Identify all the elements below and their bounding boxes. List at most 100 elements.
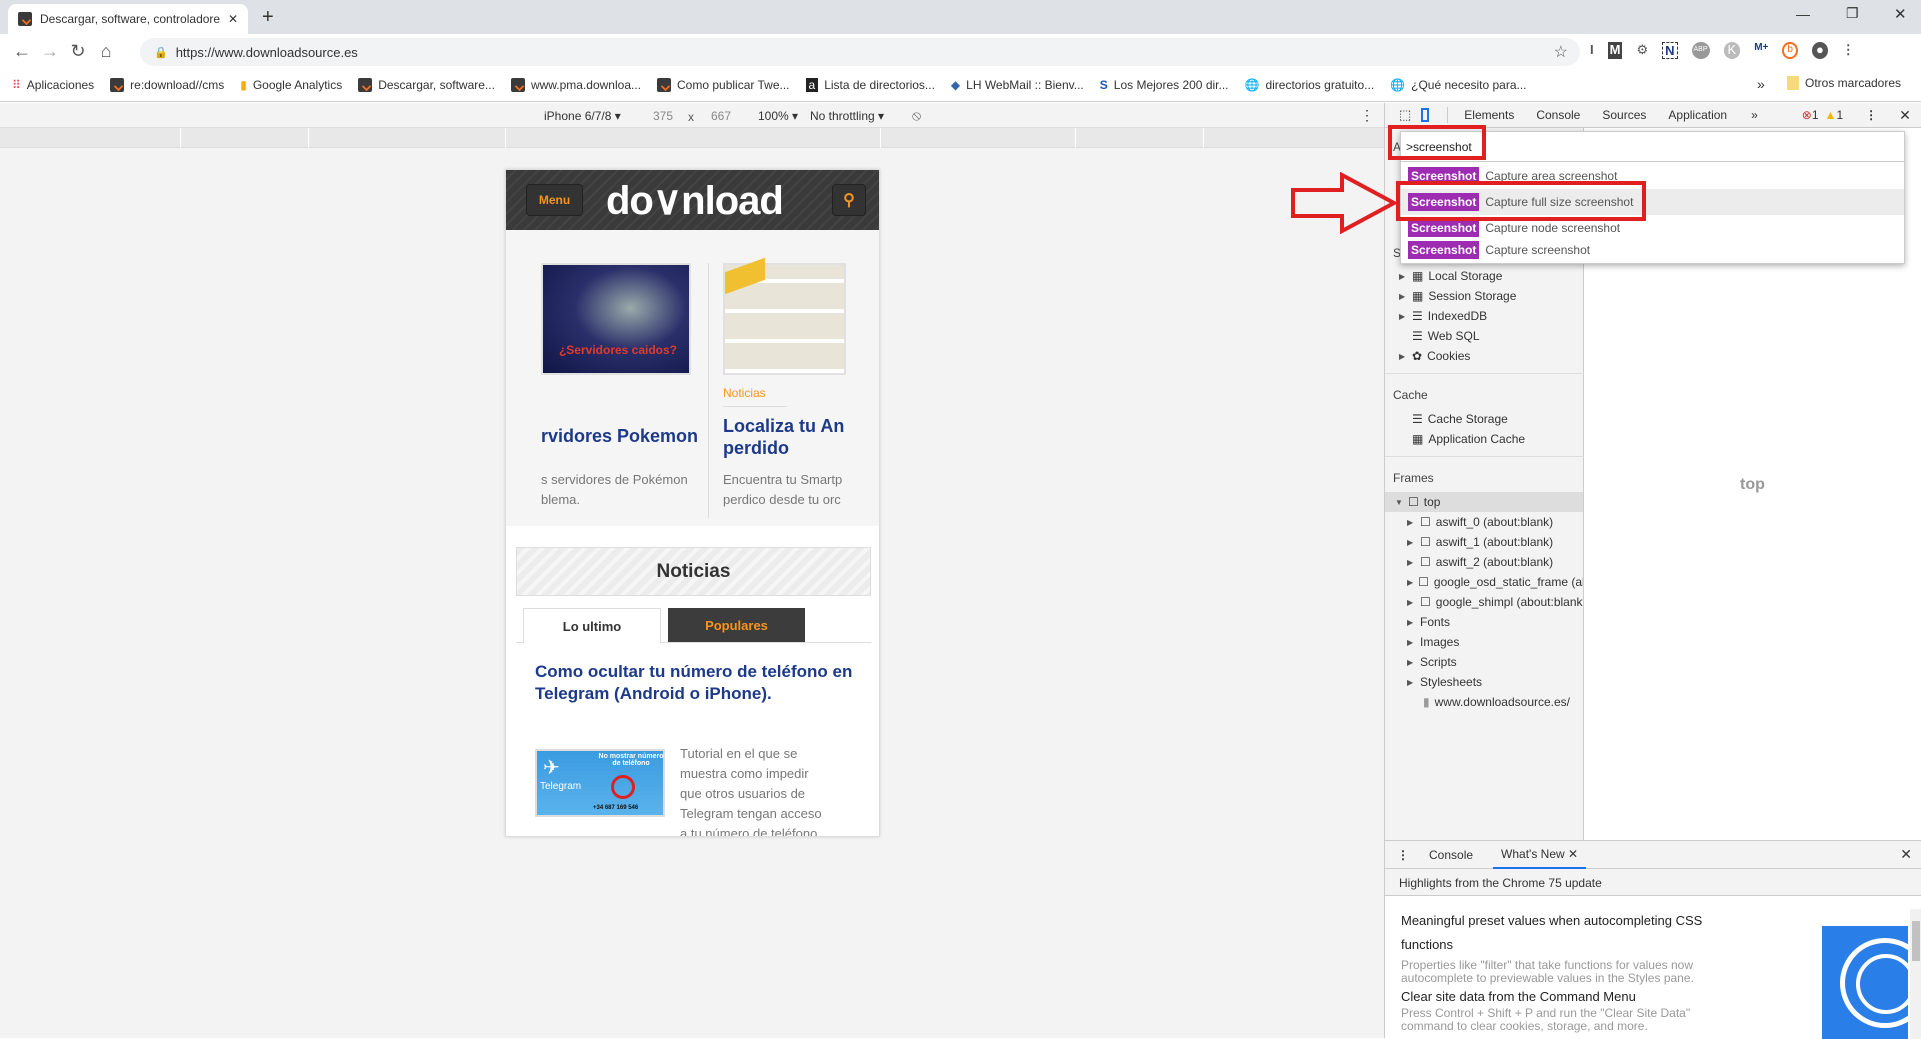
close-tab-icon[interactable]: ✕ <box>228 12 238 26</box>
tab-sources[interactable]: Sources <box>1602 108 1646 122</box>
devtools-menu-icon[interactable]: ⋮ <box>1865 108 1877 122</box>
close-devtools-icon[interactable]: ✕ <box>1899 107 1911 124</box>
menu-button[interactable]: Menu <box>526 184 583 216</box>
sidebar-item-cookies[interactable]: ▶ ✿ Cookies <box>1399 349 1470 363</box>
extension-n-icon[interactable]: N <box>1662 42 1678 59</box>
inspect-element-icon[interactable]: ⬚ <box>1399 107 1411 123</box>
bookmark-item[interactable]: a Lista de directorios... <box>805 77 935 92</box>
new-tab-icon[interactable]: + <box>262 6 274 29</box>
article-headline[interactable]: Como ocultar tu número de teléfono en Te… <box>535 661 855 705</box>
resource-folder-images[interactable]: ▶ Images <box>1407 635 1459 649</box>
tab-latest[interactable]: Lo ultimo <box>523 608 661 643</box>
bookmark-star-icon[interactable]: ☆ <box>1554 42 1568 62</box>
card-title[interactable]: rvidores Pokemon <box>541 425 701 447</box>
bookmark-item[interactable]: Como publicar Twe... <box>657 77 790 92</box>
bookmark-item[interactable]: re:download//cms <box>110 77 224 92</box>
extension-i-icon[interactable]: I <box>1590 42 1594 59</box>
adblock-icon[interactable]: ABP <box>1691 42 1710 59</box>
device-select[interactable]: iPhone 6/7/8 ▾ <box>544 109 621 123</box>
sidebar-item-web-sql[interactable]: ☰ Web SQL <box>1399 329 1480 343</box>
globe-icon: 🌐 <box>1244 77 1260 92</box>
whats-new-item-title[interactable]: Meaningful preset values when autocomple… <box>1401 909 1721 957</box>
sidebar-item-local-storage[interactable]: ▶ ▦ Local Storage <box>1399 269 1502 283</box>
frame-item[interactable]: ▶ ☐ aswift_0 (about:blank) <box>1407 515 1553 529</box>
forward-icon[interactable]: → <box>36 41 64 62</box>
drawer-menu-icon[interactable]: ⋮ <box>1397 848 1409 862</box>
warning-icon[interactable]: ▲ <box>1825 108 1837 122</box>
height-input[interactable]: 667 <box>711 109 731 123</box>
sidebar-item-cache-storage[interactable]: ☰ Cache Storage <box>1399 412 1508 426</box>
profile-avatar-icon[interactable]: ● <box>1811 42 1828 59</box>
browser-tab[interactable]: Descargar, software, controladore ✕ <box>8 4 248 34</box>
throttling-select[interactable]: No throttling ▾ <box>810 109 884 123</box>
bookmark-item[interactable]: www.pma.downloa... <box>510 77 641 92</box>
minimize-icon[interactable]: — <box>1796 6 1810 22</box>
thumb-brand: Telegram <box>540 781 582 792</box>
close-drawer-icon[interactable]: ✕ <box>1900 846 1912 863</box>
close-tab-icon[interactable]: ✕ <box>1568 847 1578 861</box>
lock-icon: 🔒 <box>154 46 168 59</box>
sidebar-item-application-cache[interactable]: ▦ Application Cache <box>1399 432 1525 446</box>
sidebar-item-indexeddb[interactable]: ▶ ☰ IndexedDB <box>1399 309 1487 323</box>
tab-application[interactable]: Application <box>1668 108 1727 122</box>
more-tabs-button[interactable]: » <box>1751 108 1758 122</box>
tab-elements[interactable]: Elements <box>1464 108 1514 122</box>
error-icon[interactable]: ⊗ <box>1802 108 1812 122</box>
frame-item[interactable]: ▶ ☐ google_shimpl (about:blank <box>1407 595 1583 609</box>
sidebar-item-top-frame[interactable]: ▼ ☐ top <box>1395 495 1440 509</box>
extension-b-icon[interactable]: b <box>1782 42 1798 59</box>
tab-console[interactable]: Console <box>1536 108 1580 122</box>
bookmark-item[interactable]: Descargar, software... <box>358 77 495 92</box>
bookmark-item[interactable]: S Los Mejores 200 dir... <box>1100 78 1229 92</box>
article-thumbnail[interactable]: ✈ Telegram No mostrar número de teléfono… <box>535 749 665 817</box>
error-count[interactable]: 1 <box>1812 108 1819 122</box>
device-toolbar-menu-icon[interactable]: ⋮ <box>1360 107 1374 124</box>
card-category[interactable]: Noticias <box>723 386 766 400</box>
home-icon[interactable]: ⌂ <box>92 41 120 62</box>
bookmark-item[interactable]: ◆ LH WebMail :: Bienv... <box>951 78 1084 92</box>
restore-icon[interactable]: ❐ <box>1846 5 1859 22</box>
extension-m-icon[interactable]: M <box>1607 42 1623 59</box>
sidebar-item-session-storage[interactable]: ▶ ▦ Session Storage <box>1399 289 1516 303</box>
frame-item[interactable]: ▶ ☐ aswift_2 (about:blank) <box>1407 555 1553 569</box>
close-window-icon[interactable]: ✕ <box>1894 5 1907 23</box>
more-bookmarks-button[interactable]: » <box>1757 76 1765 92</box>
bookmark-label: Google Analytics <box>252 77 343 92</box>
url-bar[interactable]: 🔒 https://www.downloadsource.es ☆ <box>140 38 1580 66</box>
drawer-tab-console[interactable]: Console <box>1429 848 1473 862</box>
frame-item[interactable]: ▶ ☐ google_osd_static_frame (ab <box>1407 575 1583 589</box>
zoom-select[interactable]: 100% ▾ <box>758 109 798 123</box>
bookmark-item[interactable]: 🌐 directorios gratuito... <box>1245 78 1375 92</box>
extension-k-icon[interactable]: K <box>1723 42 1741 59</box>
item-label: www.downloadsource.es/ <box>1434 695 1571 709</box>
command-item[interactable]: Screenshot Capture screenshot <box>1401 237 1904 263</box>
resource-folder-fonts[interactable]: ▶ Fonts <box>1407 615 1450 629</box>
tab-popular[interactable]: Populares <box>668 608 805 642</box>
whats-new-item-title[interactable]: Clear site data from the Command Menu <box>1401 989 1721 1004</box>
card-title[interactable]: Localiza tu An perdido <box>723 415 846 459</box>
resource-folder-stylesheets[interactable]: ▶ Stylesheets <box>1407 675 1482 689</box>
drawer-scrollbar[interactable] <box>1910 909 1921 1039</box>
card-image[interactable]: ¿Servidores caidos? <box>541 263 691 375</box>
drawer-tab-whats-new[interactable]: What's New ✕ <box>1493 841 1587 869</box>
card-image-map[interactable] <box>723 257 846 375</box>
item-label: aswift_1 (about:blank) <box>1435 535 1554 549</box>
frame-item[interactable]: ▶ ☐ aswift_1 (about:blank) <box>1407 535 1553 549</box>
extension-mplus-icon[interactable]: M+ <box>1754 42 1768 59</box>
rotate-icon[interactable]: ⦸ <box>912 107 921 124</box>
device-toggle-icon[interactable] <box>1421 108 1430 122</box>
bookmark-item[interactable]: ⠿ Aplicaciones <box>12 78 94 92</box>
extension-gear-icon[interactable]: ⚙ <box>1636 42 1648 59</box>
warning-count[interactable]: 1 <box>1836 108 1843 122</box>
search-button[interactable]: ⚲ <box>832 184 866 216</box>
other-bookmarks-folder[interactable]: Otros marcadores <box>1787 76 1901 90</box>
width-input[interactable]: 375 <box>653 109 673 123</box>
bookmark-item[interactable]: ▮ Google Analytics <box>240 78 342 92</box>
reload-icon[interactable]: ↻ <box>64 41 92 62</box>
browser-menu-icon[interactable]: ⋮ <box>1842 42 1855 59</box>
resource-folder-scripts[interactable]: ▶ Scripts <box>1407 655 1457 669</box>
bookmark-item[interactable]: 🌐 ¿Qué necesito para... <box>1390 78 1526 92</box>
resource-document[interactable]: ▮ www.downloadsource.es/ <box>1423 695 1570 709</box>
site-logo[interactable]: do∨nload <box>606 178 784 224</box>
back-icon[interactable]: ← <box>8 41 36 62</box>
